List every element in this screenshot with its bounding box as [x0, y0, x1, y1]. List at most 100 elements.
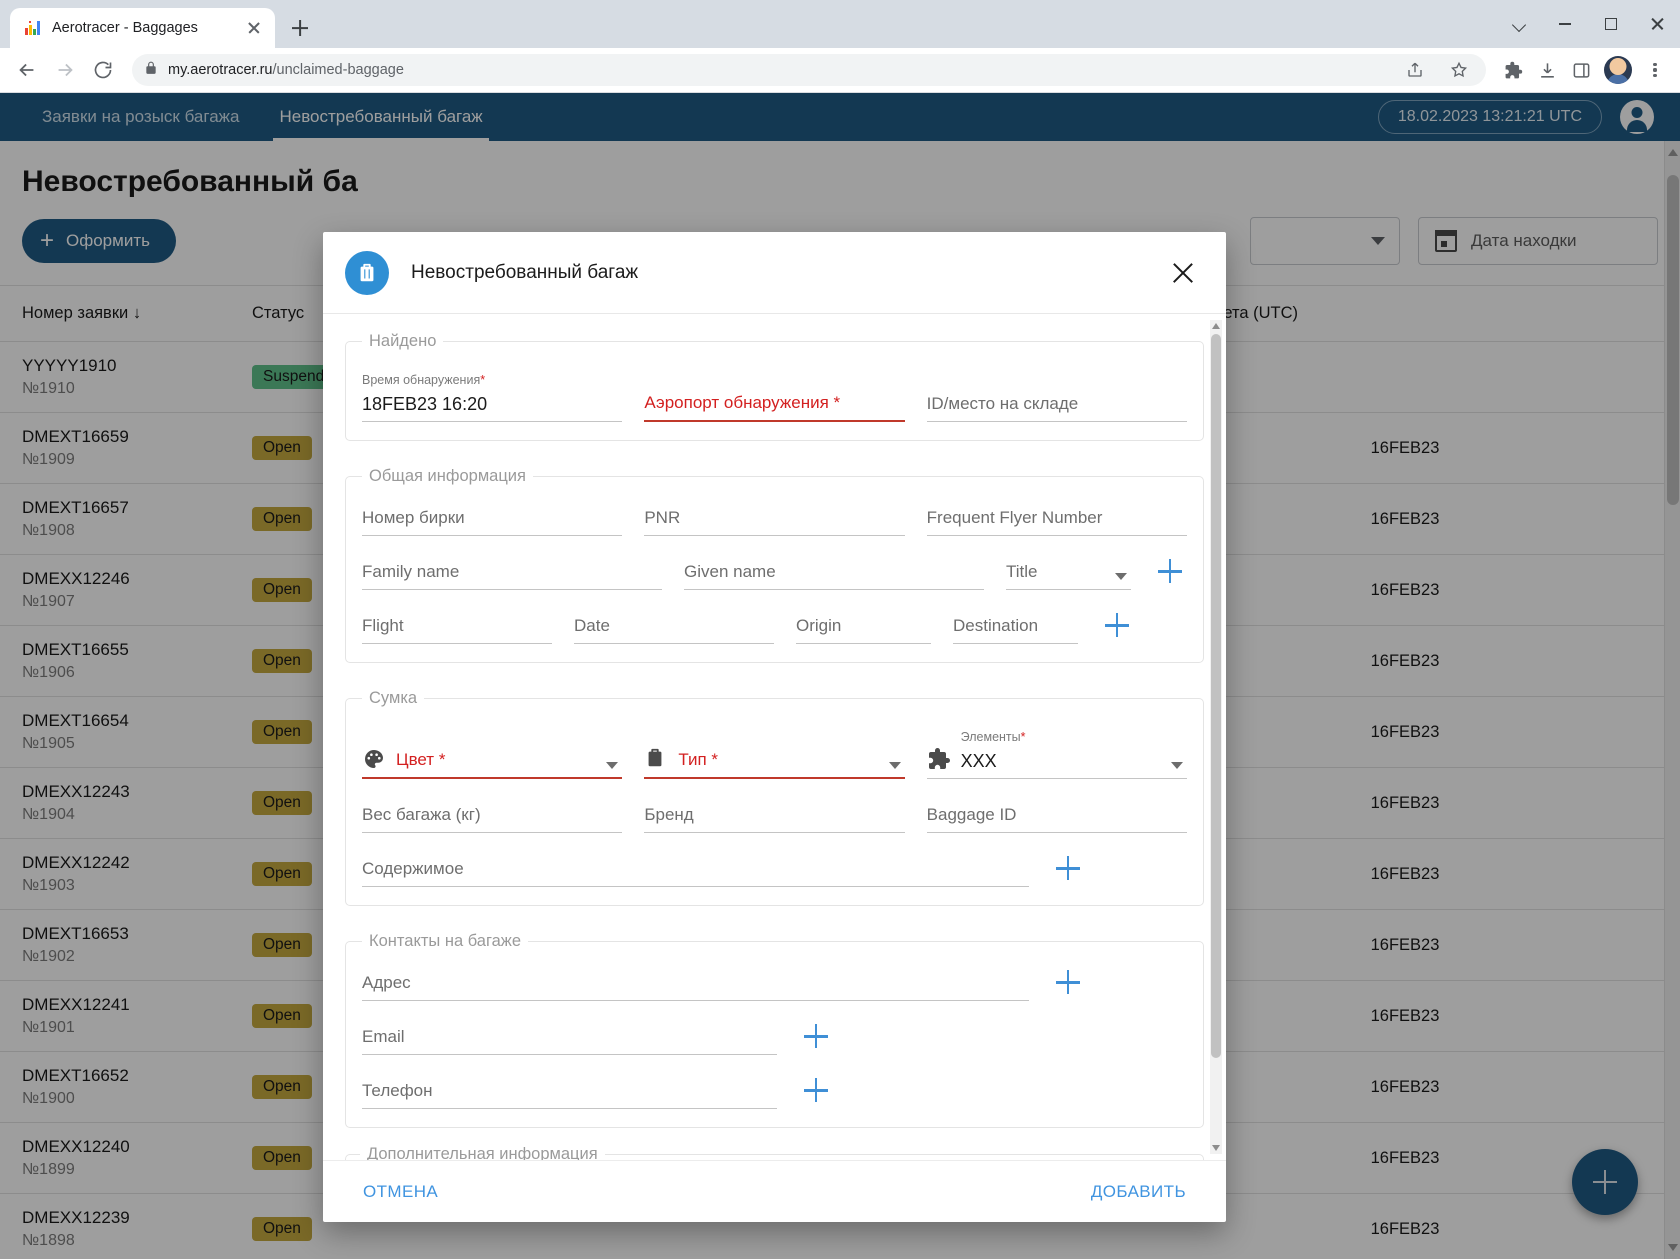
field-underline: [362, 421, 623, 422]
field-pnr[interactable]: PNR: [644, 496, 905, 536]
back-arrow-icon[interactable]: [10, 53, 44, 87]
found-row: Время обнаружения* 18FEB23 16:20 Аэропор…: [362, 361, 1187, 422]
field-bag-contents[interactable]: Содержимое: [362, 847, 1029, 887]
field-tag-number[interactable]: Номер бирки: [362, 496, 623, 536]
section-contacts-legend: Контакты на багаже: [369, 932, 522, 950]
field-underline-error: [644, 420, 905, 422]
field-underline: [926, 535, 1187, 536]
maximize-button[interactable]: [1588, 0, 1634, 48]
field-storage-id[interactable]: ID/место на складе: [926, 382, 1187, 422]
tab-search-button[interactable]: [1496, 0, 1542, 48]
bag-row-1: Цвет * Тип * Элементы* XXX: [362, 718, 1187, 779]
chevron-down-icon: [606, 762, 619, 769]
dialog-scrollbar[interactable]: [1210, 320, 1222, 1154]
forward-arrow-icon[interactable]: [48, 53, 82, 87]
title-label: Title: [1006, 562, 1038, 581]
field-origin[interactable]: Origin: [796, 604, 931, 644]
field-found-time[interactable]: Время обнаружения* 18FEB23 16:20: [362, 361, 623, 422]
field-family-name[interactable]: Family name: [362, 550, 662, 590]
field-bag-color[interactable]: Цвет *: [362, 738, 623, 779]
field-underline: [362, 643, 552, 644]
field-baggage-id[interactable]: Baggage ID: [926, 793, 1187, 833]
field-bag-weight[interactable]: Вес багажа (кг): [362, 793, 623, 833]
web-page: Заявки на розыск багажа Невостребованный…: [0, 93, 1680, 1259]
field-underline: [362, 886, 1029, 887]
add-passenger-button[interactable]: [1153, 554, 1187, 588]
chevron-down-icon: [888, 762, 901, 769]
bag-brand-label: Бренд: [644, 805, 694, 824]
field-underline: [926, 778, 1187, 779]
storage-id-label: ID/место на складе: [926, 394, 1079, 413]
add-address-button[interactable]: [1051, 965, 1085, 999]
new-tab-button[interactable]: [283, 11, 317, 45]
submit-button[interactable]: ДОБАВИТЬ: [1085, 1174, 1192, 1210]
field-frequent-flyer-number[interactable]: Frequent Flyer Number: [926, 496, 1187, 536]
side-panel-icon[interactable]: [1566, 55, 1596, 85]
baggage-id-label: Baggage ID: [926, 805, 1017, 824]
dialog-title: Невостребованный багаж: [411, 261, 639, 283]
download-icon[interactable]: [1532, 55, 1562, 85]
general-row-1: Номер бирки PNR Frequent Flyer Number: [362, 496, 1187, 536]
chevron-down-icon: [1170, 762, 1183, 769]
field-underline: [362, 1000, 1029, 1001]
field-bag-brand[interactable]: Бренд: [644, 793, 905, 833]
dialog-body: Найдено Время обнаружения* 18FEB23 16:20…: [323, 314, 1226, 1160]
reload-icon[interactable]: [86, 53, 120, 87]
field-title-select[interactable]: Title: [1006, 550, 1131, 590]
contacts-row-address: Адрес: [362, 961, 1187, 1001]
given-name-label: Given name: [684, 562, 776, 581]
field-underline: [644, 535, 905, 536]
add-contents-button[interactable]: [1051, 851, 1085, 885]
field-flight-date[interactable]: Date: [574, 604, 774, 644]
field-underline: [362, 1054, 777, 1055]
close-tab-icon[interactable]: [243, 17, 265, 39]
cancel-button[interactable]: ОТМЕНА: [357, 1174, 444, 1210]
scroll-down-arrow-icon[interactable]: [1212, 1145, 1220, 1151]
close-icon[interactable]: [1166, 256, 1200, 290]
section-general-legend: Общая информация: [369, 467, 526, 485]
minimize-button[interactable]: [1542, 0, 1588, 48]
field-additional-info[interactable]: Дополнительная информация: [345, 1145, 1204, 1160]
add-email-button[interactable]: [799, 1019, 833, 1053]
field-underline: [362, 589, 662, 590]
chevron-down-icon: [1115, 573, 1127, 580]
browser-tab[interactable]: Aerotracer - Baggages: [10, 8, 275, 48]
address-bar[interactable]: my.aerotracer.ru/unclaimed-baggage: [132, 54, 1486, 86]
share-icon[interactable]: [1400, 55, 1430, 85]
field-flight[interactable]: Flight: [362, 604, 552, 644]
section-found-legend: Найдено: [369, 332, 437, 350]
flight-label: Flight: [362, 616, 404, 635]
section-found: Найдено Время обнаружения* 18FEB23 16:20…: [345, 332, 1204, 441]
close-window-button[interactable]: [1634, 0, 1680, 48]
bag-elements-label: Элементы: [960, 730, 1021, 744]
profile-avatar-icon[interactable]: [1604, 56, 1632, 84]
field-destination[interactable]: Destination: [953, 604, 1078, 644]
add-flight-button[interactable]: [1100, 608, 1134, 642]
field-address[interactable]: Адрес: [362, 961, 1029, 1001]
general-row-2: Family name Given name Title: [362, 550, 1187, 590]
field-underline: [362, 535, 623, 536]
field-bag-type[interactable]: Тип *: [644, 738, 905, 779]
origin-label: Origin: [796, 616, 842, 635]
browser-toolbar: my.aerotracer.ru/unclaimed-baggage: [0, 48, 1680, 93]
palette-icon: [362, 747, 386, 771]
field-bag-elements[interactable]: Элементы* XXX: [926, 718, 1187, 779]
required-star: *: [711, 750, 719, 769]
star-icon[interactable]: [1444, 55, 1474, 85]
bag-row-3: Содержимое: [362, 847, 1187, 887]
kebab-menu-icon[interactable]: [1640, 55, 1670, 85]
field-underline: [926, 421, 1187, 422]
field-phone[interactable]: Телефон: [362, 1069, 777, 1109]
bag-contents-label: Содержимое: [362, 859, 464, 878]
puzzle-icon[interactable]: [1498, 55, 1528, 85]
dialog-scrollbar-thumb[interactable]: [1211, 334, 1221, 1058]
scroll-up-arrow-icon[interactable]: [1212, 323, 1220, 329]
field-underline: [574, 643, 774, 644]
field-given-name[interactable]: Given name: [684, 550, 984, 590]
bag-weight-label: Вес багажа (кг): [362, 805, 481, 824]
field-email[interactable]: Email: [362, 1015, 777, 1055]
required-star: *: [438, 750, 446, 769]
add-phone-button[interactable]: [799, 1073, 833, 1107]
field-found-airport[interactable]: Аэропорт обнаружения *: [644, 381, 905, 422]
field-underline: [796, 643, 931, 644]
